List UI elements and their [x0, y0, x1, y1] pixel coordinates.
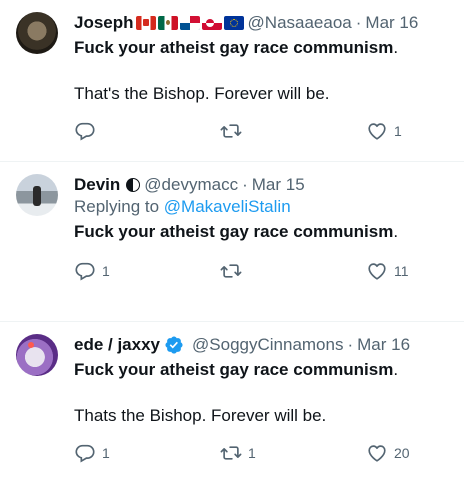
- tweet-text-period: .: [393, 222, 399, 241]
- replying-to-prefix: Replying to: [74, 197, 164, 216]
- yin-yang-icon: [126, 178, 141, 192]
- tweet-actions: 1: [74, 120, 414, 156]
- timeline: Joseph @Nasaaeaoa · Mar 16 Fuck your ath…: [0, 0, 464, 491]
- heart-icon: [368, 445, 386, 462]
- reply-button[interactable]: [74, 120, 122, 142]
- retweet-button[interactable]: [220, 120, 268, 142]
- tweet-text-second: Thats the Bishop. Forever will be.: [74, 406, 327, 425]
- tweet-joseph[interactable]: Joseph @Nasaaeaoa · Mar 16 Fuck your ath…: [0, 0, 464, 162]
- reply-button[interactable]: 1: [74, 260, 122, 282]
- reply-button[interactable]: 1: [74, 442, 122, 464]
- display-name[interactable]: Devin: [74, 174, 120, 196]
- retweet-icon: [220, 264, 242, 278]
- reply-count: 1: [102, 445, 110, 461]
- avatar[interactable]: [16, 334, 58, 376]
- retweet-button[interactable]: [220, 260, 268, 282]
- tweet-text: Fuck your atheist gay race communism. Th…: [74, 358, 448, 428]
- tweet-text-bold: Fuck your atheist gay race communism: [74, 360, 394, 379]
- avatar[interactable]: [16, 12, 58, 54]
- retweet-button[interactable]: 1: [220, 442, 268, 464]
- canada-flag-icon: [135, 16, 156, 30]
- tweet-text-period: .: [393, 360, 399, 379]
- retweet-icon: [220, 446, 242, 460]
- tweet-actions: 1 11: [74, 260, 414, 296]
- reply-icon: [75, 122, 95, 141]
- timestamp[interactable]: Mar 15: [252, 174, 305, 196]
- like-count: 20: [394, 445, 410, 461]
- tweet-actions: 1 1 20: [74, 442, 414, 478]
- handle[interactable]: @Nasaaeaoa: [248, 12, 352, 34]
- panama-flag-icon: [179, 16, 200, 30]
- tweet-ede-jaxxy[interactable]: ede / jaxxy @SoggyCinnamons · Mar 16 Fuc…: [0, 322, 464, 491]
- greenland-flag-icon: [201, 16, 222, 30]
- reply-icon: [75, 262, 95, 281]
- tweet-devin[interactable]: Devin @devymacc · Mar 15 Replying to @Ma…: [0, 162, 464, 322]
- handle[interactable]: @devymacc: [144, 174, 238, 196]
- display-name[interactable]: Joseph: [74, 12, 134, 34]
- reply-count: 1: [102, 263, 110, 279]
- tweet-text-bold: Fuck your atheist gay race communism: [74, 222, 394, 241]
- display-name[interactable]: ede / jaxxy: [74, 334, 160, 356]
- like-count: 1: [394, 123, 402, 139]
- avatar[interactable]: [16, 174, 58, 216]
- tweet-text: Fuck your atheist gay race communism.: [74, 220, 448, 244]
- reply-icon: [75, 444, 95, 463]
- like-button[interactable]: 1: [366, 120, 414, 142]
- tweet-text-second: That's the Bishop. Forever will be.: [74, 84, 330, 103]
- separator-dot: ·: [347, 335, 354, 354]
- replying-to-mention[interactable]: @MakaveliStalin: [164, 197, 291, 216]
- separator-dot: ·: [242, 175, 248, 194]
- flag-emojis: [135, 16, 244, 30]
- replying-to: Replying to @MakaveliStalin: [74, 196, 448, 218]
- tweet-header: ede / jaxxy @SoggyCinnamons · Mar 16: [74, 334, 448, 356]
- handle[interactable]: @SoggyCinnamons: [192, 334, 343, 356]
- heart-icon: [368, 263, 386, 280]
- tweet-text-period: .: [393, 38, 399, 57]
- tweet-text: Fuck your atheist gay race communism. Th…: [74, 36, 448, 106]
- tweet-text-bold: Fuck your atheist gay race communism: [74, 38, 394, 57]
- timestamp[interactable]: Mar 16: [365, 12, 418, 34]
- verified-badge-icon: [165, 336, 183, 354]
- tweet-header: Joseph @Nasaaeaoa · Mar 16: [74, 12, 448, 34]
- like-count: 11: [394, 263, 409, 279]
- separator-dot: ·: [355, 13, 362, 32]
- like-button[interactable]: 20: [366, 442, 414, 464]
- eu-flag-icon: [223, 16, 244, 30]
- heart-icon: [368, 123, 386, 140]
- mexico-flag-icon: [157, 16, 178, 30]
- timestamp[interactable]: Mar 16: [357, 334, 410, 356]
- tweet-header: Devin @devymacc · Mar 15: [74, 174, 448, 196]
- like-button[interactable]: 11: [366, 260, 414, 282]
- retweet-count: 1: [248, 445, 256, 461]
- retweet-icon: [220, 124, 242, 138]
